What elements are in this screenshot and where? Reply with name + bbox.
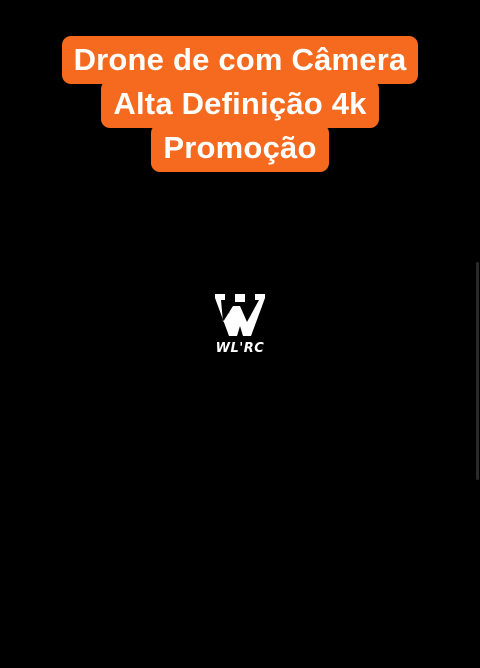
edge-scroll-indicator[interactable]: [476, 262, 479, 480]
brand-logo: WL'RC: [211, 292, 269, 362]
caption-line-1: Drone de com Câmera: [61, 36, 419, 84]
caption-line-3: Promoção: [151, 124, 329, 172]
brand-logo-text: WL'RC: [215, 341, 265, 356]
caption-line-2: Alta Definição 4k: [101, 80, 379, 128]
promo-caption: Drone de com Câmera Alta Definição 4k Pr…: [0, 36, 480, 172]
wlrc-logo-icon: [215, 294, 265, 336]
video-screen[interactable]: Drone de com Câmera Alta Definição 4k Pr…: [0, 0, 480, 668]
